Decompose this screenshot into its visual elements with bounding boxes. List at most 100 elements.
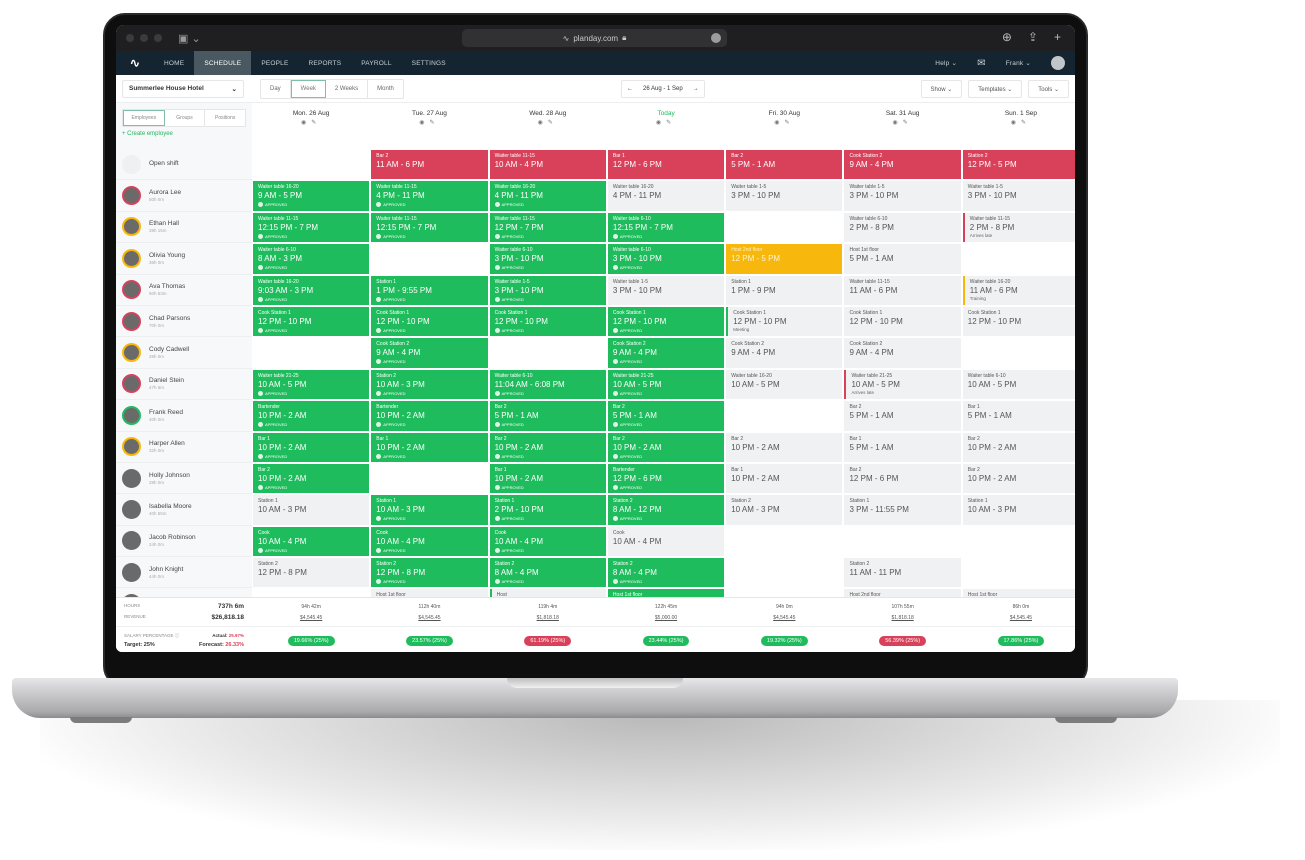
- schedule-cell[interactable]: [252, 149, 370, 180]
- schedule-cell[interactable]: [962, 337, 1075, 368]
- schedule-cell[interactable]: Waiter table 6-10 2 PM - 8 PM: [843, 212, 961, 243]
- eye-icon[interactable]: ◉: [892, 120, 902, 126]
- shift-card[interactable]: Bar 25 PM - 1 AM APPROVED: [489, 401, 606, 431]
- schedule-cell[interactable]: Waiter table 16-20 9 AM - 5 PM APPROVED: [252, 180, 370, 211]
- schedule-cell[interactable]: Bar 1 10 PM - 2 AM APPROVED: [489, 463, 607, 494]
- shift-card[interactable]: Station 28 AM - 4 PM APPROVED: [489, 558, 606, 588]
- edit-icon[interactable]: ✎: [903, 120, 913, 126]
- schedule-cell[interactable]: Bar 2 10 PM - 2 AM: [962, 463, 1075, 494]
- shift-card[interactable]: Bar 25 PM - 1 AM: [844, 401, 961, 431]
- day-label[interactable]: Sun. 1 Sep: [962, 110, 1075, 117]
- schedule-cell[interactable]: Waiter table 16-20 4 PM - 11 PM: [607, 180, 725, 211]
- schedule-cell[interactable]: [370, 463, 488, 494]
- shift-card[interactable]: Bar 2 11 AM - 6 PM: [371, 150, 488, 180]
- templates-menu-button[interactable]: Templates ⌄: [968, 80, 1023, 98]
- schedule-cell[interactable]: Station 12 PM - 10 PM APPROVED: [489, 494, 607, 525]
- shift-card[interactable]: Station 1 10 AM - 3 PM: [962, 495, 1075, 525]
- edit-icon[interactable]: ✎: [548, 120, 558, 126]
- shift-card[interactable]: Cook Station 29 AM - 4 PM: [844, 150, 961, 180]
- schedule-cell[interactable]: [962, 243, 1075, 274]
- schedule-cell[interactable]: Station 1 10 AM - 3 PM APPROVED: [370, 494, 488, 525]
- share-icon[interactable]: ⇪: [1028, 30, 1038, 44]
- shift-card[interactable]: Bar 2 10 PM - 2 AM: [726, 432, 843, 462]
- schedule-cell[interactable]: Bar 25 PM - 1 AM APPROVED: [489, 400, 607, 431]
- shift-card[interactable]: Cook Station 29 AM - 4 PM APPROVED: [607, 338, 725, 368]
- schedule-cell[interactable]: Bar 2 10 PM - 2 AM APPROVED: [489, 432, 607, 463]
- employee-cell[interactable]: Daniel Stein 47h 6m: [116, 368, 252, 401]
- schedule-cell[interactable]: Cook Station 1 12 PM - 10 PM: [843, 306, 961, 337]
- schedule-cell[interactable]: Waiter table 1-5 3 PM - 10 PM: [962, 180, 1075, 211]
- employee-cell[interactable]: Jacob Robinson 24h 0m: [116, 525, 252, 558]
- schedule-cell[interactable]: Waiter table 11-15 12 PM - 7 PM APPROVED: [489, 212, 607, 243]
- shift-card[interactable]: Waiter table 21-25 10 AM - 5 PM Arrives la…: [844, 369, 961, 400]
- nav-item-payroll[interactable]: PAYROLL: [351, 51, 401, 75]
- schedule-cell[interactable]: Waiter table 21-25 10 AM - 5 PM Arrives la…: [843, 369, 961, 400]
- schedule-cell[interactable]: Bar 1 10 PM - 2 AM APPROVED: [370, 432, 488, 463]
- employee-cell[interactable]: Isabella Moore 40h 55m: [116, 494, 252, 526]
- shift-card[interactable]: Waiter table 16-20 10 AM - 5 PM: [726, 369, 843, 400]
- schedule-cell[interactable]: Station 28 AM - 4 PM APPROVED: [489, 557, 607, 588]
- edit-icon[interactable]: ✎: [430, 120, 440, 126]
- shift-card[interactable]: Waiter table 11-15 12:15 PM - 7 PM APPROVE…: [253, 212, 370, 243]
- show-menu-button[interactable]: Show ⌄: [920, 80, 963, 98]
- employee-cell[interactable]: Ava Thomas 50h 53m: [116, 274, 252, 306]
- shift-card[interactable]: Waiter table 6-10 8 AM - 3 PM APPROVED: [253, 244, 370, 274]
- schedule-cell[interactable]: Cook Station 29 AM - 4 PM: [843, 337, 961, 368]
- day-revenue-link[interactable]: $1,818.18: [843, 615, 961, 621]
- shift-card[interactable]: Bar 15 PM - 1 AM: [962, 401, 1075, 431]
- info-icon[interactable]: ⓘ: [175, 633, 180, 638]
- planday-logo-icon[interactable]: ∿: [116, 56, 154, 70]
- schedule-cell[interactable]: Bartender 10 PM - 2 AM APPROVED: [252, 400, 370, 431]
- shift-card[interactable]: Waiter table 1-5 3 PM - 10 PM: [844, 181, 961, 211]
- schedule-cell[interactable]: [725, 400, 843, 431]
- schedule-cell[interactable]: Station 2 12 PM - 8 PM: [252, 557, 370, 588]
- schedule-cell[interactable]: Cook 10 AM - 4 PM: [607, 526, 725, 557]
- employee-cell[interactable]: Chad Parsons 70h 0m: [116, 305, 252, 338]
- schedule-cell[interactable]: Station 2 12 PM - 8 PM APPROVED: [370, 557, 488, 588]
- nav-item-home[interactable]: HOME: [154, 51, 194, 75]
- schedule-cell[interactable]: Waiter table 6-10 10 AM - 5 PM: [962, 369, 1075, 400]
- shift-card[interactable]: Cook 10 AM - 4 PM: [607, 526, 725, 557]
- shift-card[interactable]: Station 11 PM - 9:55 PM APPROVED: [371, 275, 488, 305]
- schedule-cell[interactable]: [843, 526, 961, 557]
- shift-card[interactable]: Host 1st floor 5 PM - 1 AM: [844, 244, 961, 274]
- shift-card[interactable]: Station 13 PM - 11:55 PM: [844, 495, 961, 525]
- shift-card[interactable]: Station 28 AM - 12 PM APPROVED: [607, 495, 725, 525]
- day-revenue-link[interactable]: $1,818.18: [489, 615, 607, 621]
- schedule-cell[interactable]: Station 11 PM - 9 PM: [725, 275, 843, 306]
- schedule-cell[interactable]: Cook Station 29 AM - 4 PM APPROVED: [370, 337, 488, 368]
- shift-card[interactable]: Station 1 10 AM - 3 PM: [253, 495, 370, 525]
- schedule-cell[interactable]: Waiter table 11-15 2 PM - 8 PM Arrives lat…: [962, 212, 1075, 243]
- day-label[interactable]: Today: [607, 110, 725, 117]
- employee-cell[interactable]: John Knight 44h 0m: [116, 557, 252, 589]
- shift-card[interactable]: Waiter table 11-15 12 PM - 7 PM APPROVED: [489, 212, 606, 243]
- schedule-cell[interactable]: [962, 526, 1075, 557]
- schedule-cell[interactable]: Bar 1 10 PM - 2 AM: [725, 463, 843, 494]
- shift-card[interactable]: Cook Station 1 12 PM - 10 PM APPROVED: [489, 306, 606, 337]
- shift-card[interactable]: Waiter table 21-25 10 AM - 5 PM APPROVED: [253, 369, 370, 400]
- view-tab-month[interactable]: Month: [368, 80, 403, 98]
- shift-card[interactable]: Waiter table 1-5 3 PM - 10 PM: [962, 181, 1075, 211]
- eye-icon[interactable]: ◉: [1011, 120, 1021, 126]
- schedule-cell[interactable]: Cook Station 1 12 PM - 10 PM APPROVED: [370, 306, 488, 337]
- day-label[interactable]: Sat. 31 Aug: [843, 110, 961, 117]
- schedule-cell[interactable]: Bar 2 10 PM - 2 AM APPROVED: [252, 463, 370, 494]
- schedule-cell[interactable]: Station 28 AM - 12 PM APPROVED: [607, 494, 725, 525]
- shift-card[interactable]: Cook 10 AM - 4 PM APPROVED: [371, 526, 488, 557]
- shift-card[interactable]: Waiter table 16-20 11 AM - 6 PM Training: [962, 275, 1075, 305]
- edit-icon[interactable]: ✎: [1021, 120, 1031, 126]
- edit-icon[interactable]: ✎: [311, 120, 321, 126]
- day-label[interactable]: Mon. 26 Aug: [252, 110, 370, 117]
- shift-card[interactable]: Station 2 10 AM - 3 PM: [726, 495, 843, 525]
- shift-card[interactable]: Waiter table 6-10 3 PM - 10 PM APPROVED: [489, 244, 606, 274]
- schedule-cell[interactable]: Bar 2 10 PM - 2 AM: [725, 432, 843, 463]
- schedule-cell[interactable]: [489, 337, 607, 368]
- tab-employees[interactable]: Employees: [123, 110, 165, 126]
- schedule-cell[interactable]: Waiter table 6-10 3 PM - 10 PM APPROVED: [607, 243, 725, 274]
- shift-card[interactable]: Station 1 10 AM - 3 PM APPROVED: [371, 495, 488, 525]
- schedule-cell[interactable]: Cook 10 AM - 4 PM APPROVED: [370, 526, 488, 557]
- shift-card[interactable]: Waiter table 6-10 2 PM - 8 PM: [844, 212, 961, 243]
- schedule-cell[interactable]: Cook Station 29 AM - 4 PM: [843, 149, 961, 180]
- employee-cell[interactable]: Aurora Lee 50h 0m: [116, 180, 252, 212]
- shift-card[interactable]: Waiter table 6-10 3 PM - 10 PM APPROVED: [607, 244, 725, 274]
